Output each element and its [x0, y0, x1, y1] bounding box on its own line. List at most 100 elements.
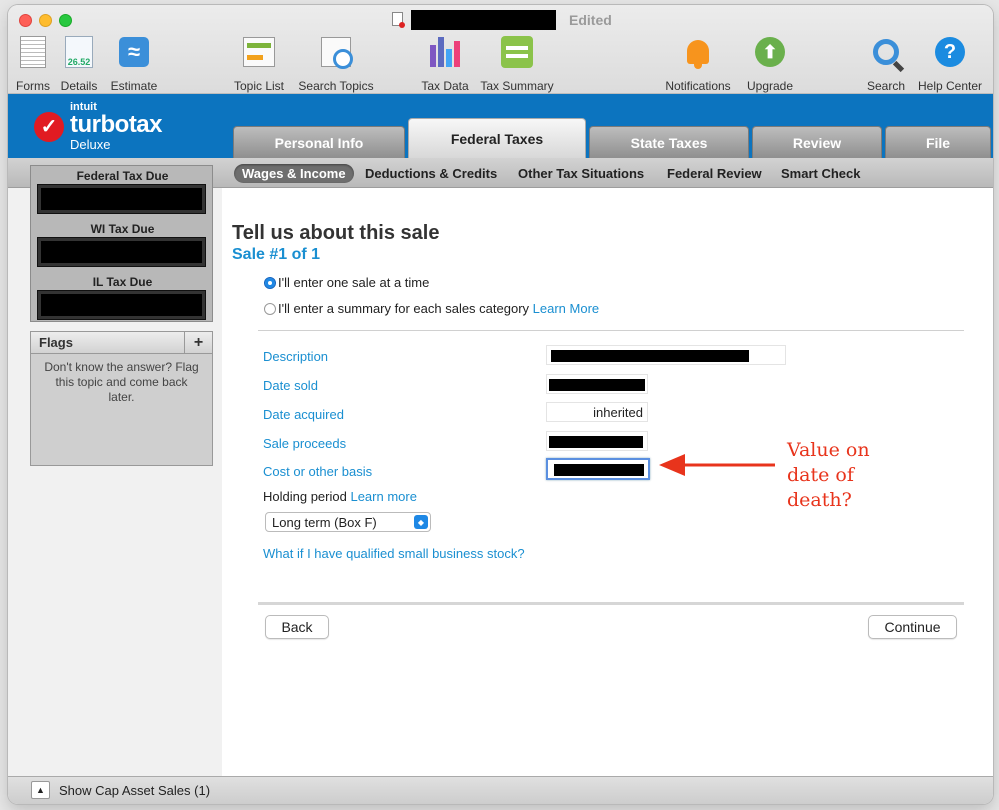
sale-proceeds-label[interactable]: Sale proceeds [263, 436, 346, 451]
upgrade-button[interactable]: ⬆ Upgrade [738, 35, 802, 93]
page-title: Tell us about this sale [232, 222, 440, 244]
subtab-federal-review[interactable]: Federal Review [667, 166, 762, 181]
continue-button[interactable]: Continue [868, 615, 957, 639]
annotation-arrow-icon [659, 454, 775, 476]
tax-summary-button[interactable]: Tax Summary [480, 35, 554, 93]
wi-tax-due-label: WI Tax Due [90, 222, 155, 236]
tab-personal-info[interactable]: Personal Info [233, 126, 405, 158]
radio-one-sale[interactable] [264, 276, 276, 289]
magnifier-icon [873, 39, 899, 65]
annotation-line-3: death? [787, 489, 852, 511]
search-button[interactable]: Search [854, 35, 918, 93]
radio-summary[interactable] [264, 302, 276, 315]
notifications-label: Notifications [665, 79, 731, 93]
holding-period-selected: Long term (Box F) [272, 515, 377, 530]
federal-tax-due-value [37, 184, 206, 214]
subtab-smart-check[interactable]: Smart Check [781, 166, 860, 181]
subtab-other-tax-situations[interactable]: Other Tax Situations [518, 166, 644, 181]
redacted-window-title [411, 10, 556, 30]
tab-state-taxes[interactable]: State Taxes [589, 126, 749, 158]
topic-list-label: Topic List [233, 79, 285, 93]
notifications-button[interactable]: Notifications [665, 35, 731, 93]
learn-more-summary-link[interactable]: Learn More [533, 301, 599, 316]
select-arrows-icon: ◆ [414, 515, 428, 529]
qsbs-link[interactable]: What if I have qualified small business … [263, 546, 525, 561]
toolbar: Edited Forms 26.52 Details ≈ Estimate To… [8, 5, 993, 94]
date-acquired-input[interactable]: inherited [546, 402, 648, 422]
add-flag-button[interactable]: + [184, 332, 212, 353]
status-bar: ▲ Show Cap Asset Sales (1) [8, 776, 993, 804]
minimize-window-button[interactable] [39, 14, 52, 27]
date-sold-label[interactable]: Date sold [263, 378, 318, 393]
forms-label: Forms [16, 79, 50, 93]
tax-data-icon [430, 37, 460, 67]
topic-list-icon [243, 37, 275, 67]
upgrade-label: Upgrade [746, 79, 794, 93]
option-summary-label: I'll enter a summary for each sales cate… [278, 301, 530, 316]
help-center-button[interactable]: ? Help Center [918, 35, 982, 93]
window-edited-status: Edited [569, 12, 612, 28]
tab-review[interactable]: Review [752, 126, 882, 158]
description-input[interactable] [546, 345, 786, 365]
close-window-button[interactable] [19, 14, 32, 27]
holding-period-learn-more-link[interactable]: Learn more [350, 489, 416, 504]
bell-icon [687, 40, 709, 69]
sidebar: Federal Tax Due WI Tax Due IL Tax Due Fl… [8, 165, 222, 776]
back-button[interactable]: Back [265, 615, 329, 639]
topic-list-button[interactable]: Topic List [227, 35, 291, 93]
option-one-sale-label: I'll enter one sale at a time [278, 275, 430, 290]
estimate-icon: ≈ [119, 37, 149, 67]
estimate-label: Estimate [110, 79, 158, 93]
tax-due-panel: Federal Tax Due WI Tax Due IL Tax Due [30, 165, 213, 322]
subtab-deductions-credits[interactable]: Deductions & Credits [365, 166, 497, 181]
annotation-line-1: Value on [787, 439, 870, 461]
brand-bar: ✓ intuit turbotax Deluxe Personal Info F… [8, 94, 993, 158]
details-icon: 26.52 [65, 36, 93, 68]
search-topics-label: Search Topics [298, 79, 374, 93]
search-label: Search [866, 79, 906, 93]
details-label: Details [60, 79, 98, 93]
expand-up-icon[interactable]: ▲ [31, 781, 50, 799]
wi-tax-due-value [37, 237, 206, 267]
document-icon [392, 12, 405, 28]
page-subtitle: Sale #1 of 1 [232, 246, 321, 263]
main-tabs: Personal Info Federal Taxes State Taxes … [8, 94, 993, 158]
holding-period-select[interactable]: Long term (Box F) ◆ [265, 512, 431, 532]
option-summary[interactable]: I'll enter a summary for each sales cate… [264, 301, 599, 316]
il-tax-due-value [37, 290, 206, 320]
tax-summary-icon [501, 36, 533, 68]
app-window: Edited Forms 26.52 Details ≈ Estimate To… [8, 5, 993, 804]
subtab-wages-income[interactable]: Wages & Income [234, 164, 354, 183]
flags-help-text: Don't know the answer? Flag this topic a… [44, 360, 199, 404]
main-content: Tell us about this sale Sale #1 of 1 I'l… [222, 188, 993, 776]
holding-period-row: Holding period Learn more [263, 489, 417, 504]
flags-title: Flags [39, 335, 73, 350]
annotation-note: Value on date of death? [787, 438, 870, 513]
description-label[interactable]: Description [263, 349, 328, 364]
annotation-line-2: date of [787, 464, 854, 486]
tab-file[interactable]: File [885, 126, 991, 158]
divider [258, 330, 964, 331]
tab-federal-taxes[interactable]: Federal Taxes [408, 118, 586, 158]
tax-summary-label: Tax Summary [480, 79, 554, 93]
option-one-sale[interactable]: I'll enter one sale at a time [264, 275, 429, 290]
tax-data-button[interactable]: Tax Data [413, 35, 477, 93]
tax-data-label: Tax Data [421, 79, 469, 93]
search-topics-icon [321, 37, 353, 69]
estimate-button[interactable]: ≈ Estimate [102, 35, 166, 93]
il-tax-due-label: IL Tax Due [92, 275, 153, 289]
federal-tax-due-label: Federal Tax Due [76, 169, 169, 183]
holding-period-label: Holding period [263, 489, 347, 504]
search-topics-button[interactable]: Search Topics [298, 35, 374, 93]
cost-basis-input[interactable] [546, 458, 650, 480]
date-acquired-label[interactable]: Date acquired [263, 407, 344, 422]
show-cap-asset-sales[interactable]: Show Cap Asset Sales (1) [59, 783, 210, 798]
zoom-window-button[interactable] [59, 14, 72, 27]
date-sold-input[interactable] [546, 374, 648, 394]
upgrade-arrow-icon: ⬆ [755, 37, 785, 67]
nav-divider [258, 602, 964, 605]
cost-basis-label[interactable]: Cost or other basis [263, 464, 372, 479]
sale-proceeds-input[interactable] [546, 431, 648, 451]
flags-panel: Flags + Don't know the answer? Flag this… [30, 331, 213, 466]
forms-icon [20, 36, 46, 68]
